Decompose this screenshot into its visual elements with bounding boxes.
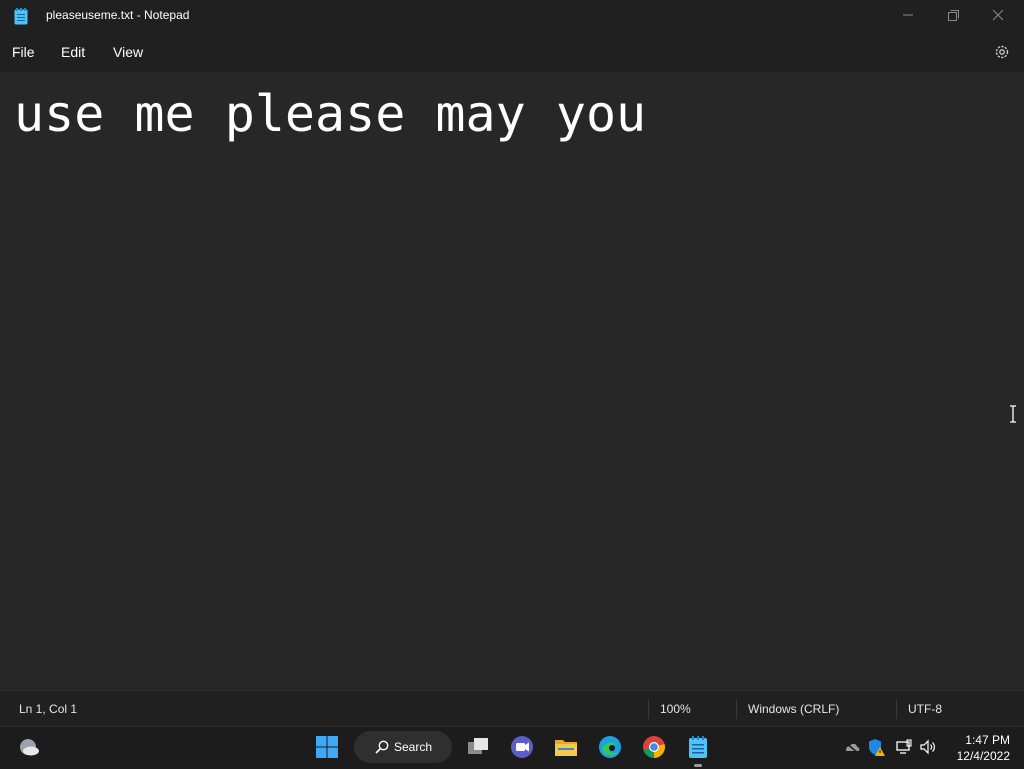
maximize-button[interactable] [930,0,976,30]
file-explorer-icon[interactable] [553,734,579,760]
close-icon [992,10,1004,21]
network-icon[interactable] [895,738,913,756]
clock-time: 1:47 PM [965,733,1010,747]
text-cursor-icon [1010,405,1016,423]
status-divider [896,699,897,719]
line-ending: Windows (CRLF) [748,702,840,716]
security-warning-icon[interactable] [867,738,885,756]
minimize-icon [903,14,913,16]
status-bar: Ln 1, Col 1 100% Windows (CRLF) UTF-8 [0,690,1024,727]
encoding: UTF-8 [908,702,942,716]
cursor-position: Ln 1, Col 1 [19,702,78,716]
edge-icon[interactable] [597,734,623,760]
title-bar[interactable]: pleaseuseme.txt - Notepad [0,0,1024,32]
taskbar: Search 1:47 PM 12/4/2022 [0,726,1024,769]
maximize-icon [948,10,959,21]
close-button[interactable] [975,0,1021,30]
notepad-icon [14,8,28,25]
menu-file[interactable]: File [12,44,35,60]
search-label: Search [394,740,433,754]
onedrive-icon[interactable] [843,738,861,756]
minimize-button[interactable] [885,0,931,30]
zoom-level: 100% [660,702,691,716]
editor-content[interactable]: use me please may you [14,84,646,144]
status-divider [648,699,649,719]
gear-icon[interactable] [993,43,1011,61]
window-title: pleaseuseme.txt - Notepad [46,8,190,22]
search-icon [375,740,389,754]
menu-bar: File Edit View [0,32,1024,72]
text-editor[interactable]: use me please may you [0,72,1024,690]
status-divider [736,699,737,719]
chrome-icon[interactable] [641,734,667,760]
menu-edit[interactable]: Edit [61,44,85,60]
task-view-icon[interactable] [465,734,491,760]
volume-icon[interactable] [919,738,937,756]
clock-date: 12/4/2022 [956,749,1010,763]
weather-icon[interactable] [16,734,42,760]
taskbar-search-button[interactable]: Search [354,731,452,763]
notepad-icon[interactable] [685,734,711,760]
menu-view[interactable]: View [113,44,143,60]
system-clock[interactable]: 1:47 PM 12/4/2022 [944,732,1010,764]
teams-icon[interactable] [509,734,535,760]
start-icon[interactable] [314,734,340,760]
active-app-indicator [694,764,702,767]
